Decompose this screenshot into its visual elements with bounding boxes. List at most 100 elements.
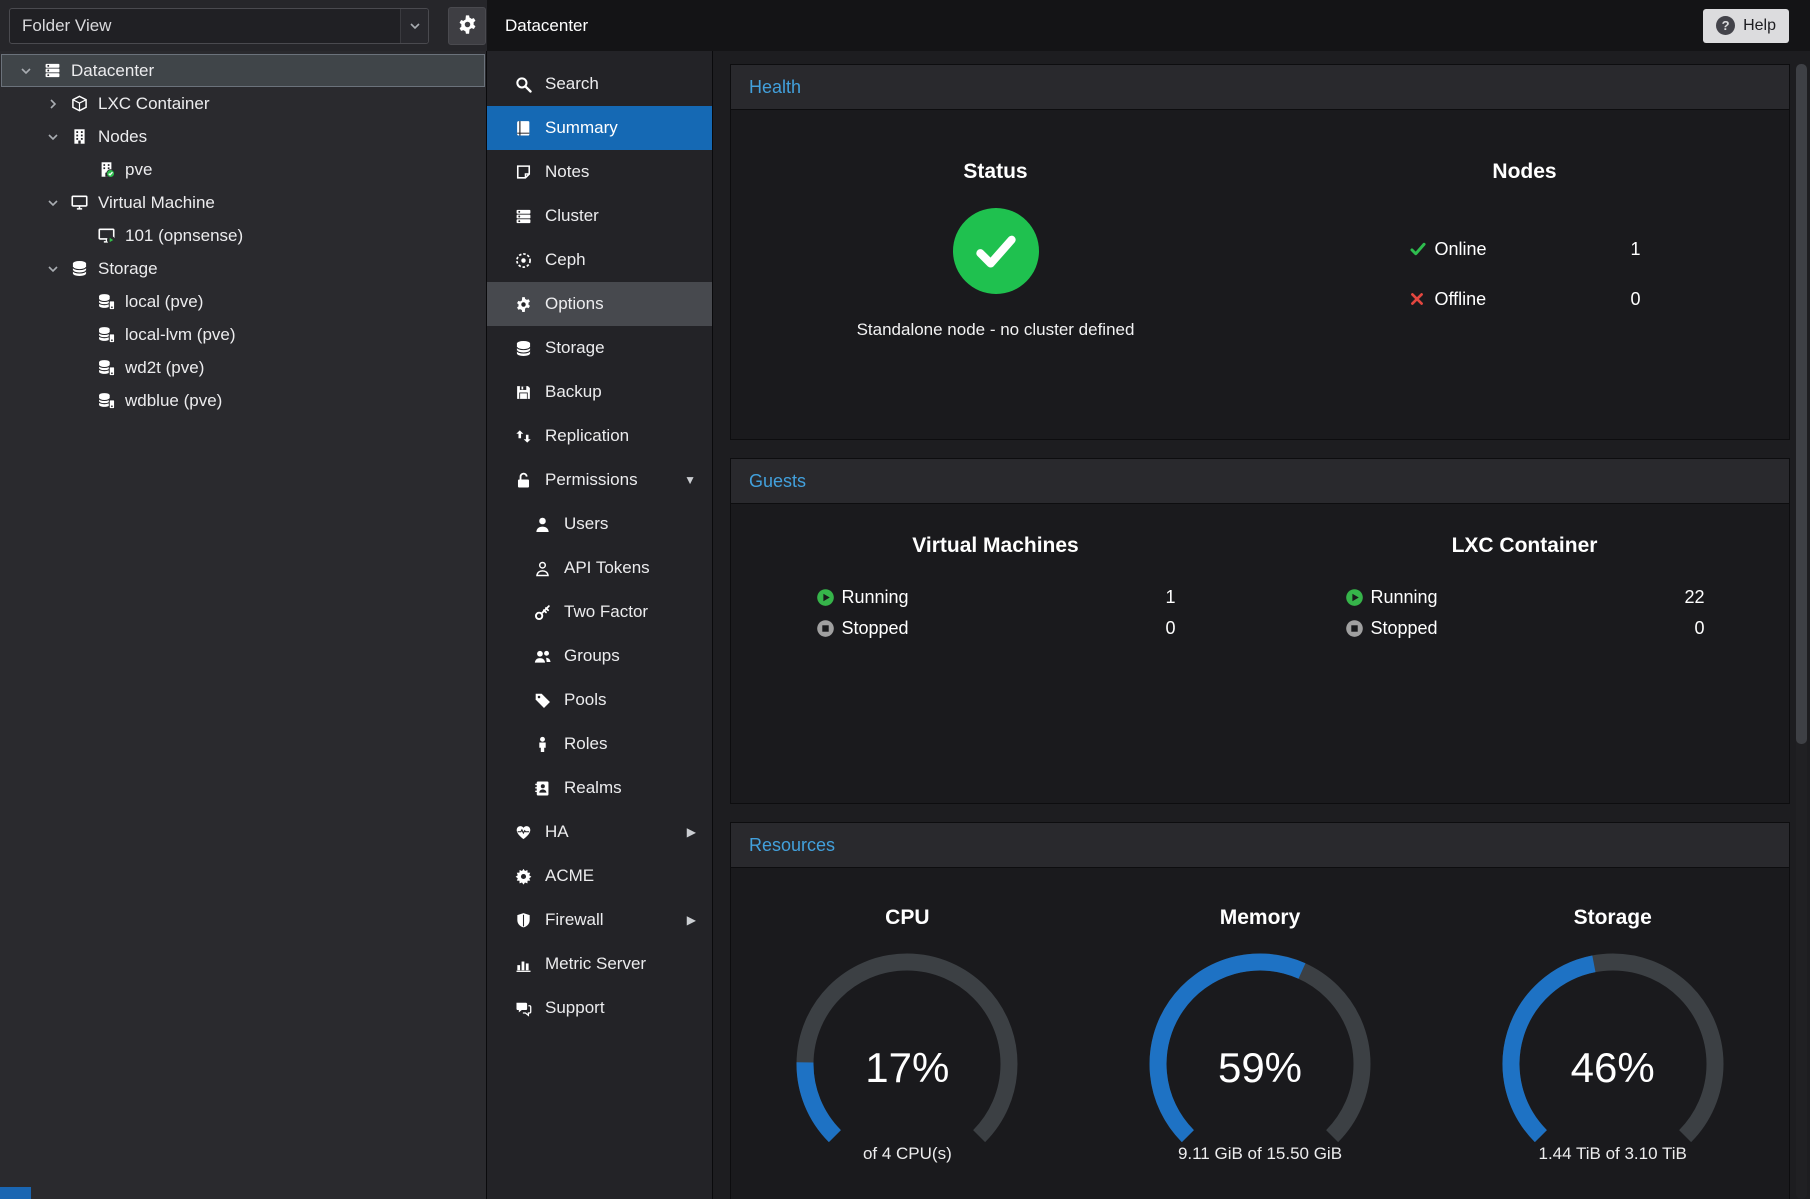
gauge-arc: 17% xyxy=(782,942,1032,1142)
check-icon xyxy=(1409,240,1435,258)
gauge-arc: 59% xyxy=(1135,942,1385,1142)
chevron-down-icon[interactable] xyxy=(47,263,70,275)
database-drive-icon xyxy=(97,292,116,311)
menu-item-roles[interactable]: Roles xyxy=(487,722,712,766)
tree-item-wd2t-pve[interactable]: wd2t (pve) xyxy=(1,351,485,384)
menu-item-notes[interactable]: Notes xyxy=(487,150,712,194)
tree-item-label: Storage xyxy=(98,259,158,279)
tree-item-datacenter[interactable]: Datacenter xyxy=(1,54,485,87)
user-icon xyxy=(532,515,552,534)
menu-item-label: Roles xyxy=(564,734,607,754)
ceph-icon xyxy=(513,251,533,270)
chevron-down-icon[interactable] xyxy=(47,131,70,143)
menu-item-label: Realms xyxy=(564,778,622,798)
gear-icon xyxy=(513,295,533,314)
stop-icon xyxy=(816,619,842,638)
menu-item-users[interactable]: Users xyxy=(487,502,712,546)
stat-value: 1 xyxy=(1630,239,1640,260)
view-mode-value: Folder View xyxy=(22,16,111,36)
health-panel-header: Health xyxy=(730,64,1790,110)
menu-item-label: ACME xyxy=(545,866,594,886)
play-icon xyxy=(816,588,842,607)
menu-item-label: Ceph xyxy=(545,250,586,270)
chevron-down-icon[interactable] xyxy=(400,9,428,43)
menu-item-realms[interactable]: Realms xyxy=(487,766,712,810)
shield-icon xyxy=(513,911,533,930)
menu-item-cluster[interactable]: Cluster xyxy=(487,194,712,238)
building-check-icon xyxy=(97,160,116,179)
menu-item-label: Two Factor xyxy=(564,602,648,622)
stat-label: Stopped xyxy=(1371,618,1438,639)
menu-item-two-factor[interactable]: Two Factor xyxy=(487,590,712,634)
tree-item-local-pve[interactable]: local (pve) xyxy=(1,285,485,318)
gauge-caption: 9.11 GiB of 15.50 GiB xyxy=(1084,1144,1437,1164)
replication-icon xyxy=(513,427,533,446)
server-icon xyxy=(513,207,533,226)
chevron-down-icon[interactable] xyxy=(47,197,70,209)
server-icon xyxy=(43,61,62,80)
menu-item-options[interactable]: Options xyxy=(487,282,712,326)
users-icon xyxy=(532,647,552,666)
database-icon xyxy=(513,339,533,358)
menu-item-summary[interactable]: Summary xyxy=(487,106,712,150)
gauge-arc: 46% xyxy=(1488,942,1738,1142)
chevron-right-icon[interactable] xyxy=(47,98,70,110)
chevron-down-icon[interactable] xyxy=(20,65,43,77)
menu-item-groups[interactable]: Groups xyxy=(487,634,712,678)
status-ok-icon xyxy=(953,208,1039,294)
scrollbar-thumb[interactable] xyxy=(1796,64,1807,744)
tree-toolbar: Folder View xyxy=(0,0,487,51)
tree-item-local-lvm-pve[interactable]: local-lvm (pve) xyxy=(1,318,485,351)
stat-row-running: Running1 xyxy=(816,582,1176,613)
view-mode-select[interactable]: Folder View xyxy=(9,8,429,44)
tree-item-nodes[interactable]: Nodes xyxy=(1,120,485,153)
vertical-scrollbar[interactable] xyxy=(1796,64,1807,1199)
menu-item-label: Firewall xyxy=(545,910,604,930)
search-icon xyxy=(513,75,533,94)
stat-value: 0 xyxy=(1165,618,1175,639)
menu-item-replication[interactable]: Replication xyxy=(487,414,712,458)
gauge-cpu: CPU17%of 4 CPU(s) xyxy=(731,868,1084,1199)
help-label: Help xyxy=(1743,17,1776,35)
heart-icon xyxy=(513,823,533,842)
menu-item-permissions[interactable]: Permissions▼ xyxy=(487,458,712,502)
menu-item-pools[interactable]: Pools xyxy=(487,678,712,722)
tree-item-pve[interactable]: pve xyxy=(1,153,485,186)
menu-item-label: Cluster xyxy=(545,206,599,226)
menu-item-search[interactable]: Search xyxy=(487,62,712,106)
tree-item-virtual-machine[interactable]: Virtual Machine xyxy=(1,186,485,219)
gauge-memory: Memory59%9.11 GiB of 15.50 GiB xyxy=(1084,868,1437,1199)
tree-item-lxc-container[interactable]: LXC Container xyxy=(1,87,485,120)
monitor-play-icon xyxy=(97,226,116,245)
tree-item-101-opnsense[interactable]: 101 (opnsense) xyxy=(1,219,485,252)
tree-item-wdblue-pve[interactable]: wdblue (pve) xyxy=(1,384,485,417)
nodes-heading: Nodes xyxy=(1260,160,1789,184)
tree-settings-button[interactable] xyxy=(448,7,486,45)
help-button[interactable]: ? Help xyxy=(1703,9,1789,43)
lxc-heading: LXC Container xyxy=(1260,534,1789,558)
comments-icon xyxy=(513,999,533,1018)
cube-icon xyxy=(70,94,89,113)
menu-item-acme[interactable]: ACME xyxy=(487,854,712,898)
menu-item-backup[interactable]: Backup xyxy=(487,370,712,414)
sidebar-bottom-accent xyxy=(0,1187,31,1199)
menu-item-firewall[interactable]: Firewall▶ xyxy=(487,898,712,942)
menu-item-ha[interactable]: HA▶ xyxy=(487,810,712,854)
status-heading: Status xyxy=(731,160,1260,184)
gauge-percent: 46% xyxy=(1488,1044,1738,1092)
book-icon xyxy=(513,119,533,138)
menu-item-support[interactable]: Support xyxy=(487,986,712,1030)
tree-item-storage[interactable]: Storage xyxy=(1,252,485,285)
resources-panel-title: Resources xyxy=(749,835,835,856)
menu-item-metric-server[interactable]: Metric Server xyxy=(487,942,712,986)
database-drive-icon xyxy=(97,358,116,377)
play-icon xyxy=(1345,588,1371,607)
menu-item-api-tokens[interactable]: API Tokens xyxy=(487,546,712,590)
chevron-down-icon: ▼ xyxy=(684,473,700,487)
status-column: Status Standalone node - no cluster defi… xyxy=(731,110,1260,439)
tree-item-label: 101 (opnsense) xyxy=(125,226,243,246)
gauge-storage: Storage46%1.44 TiB of 3.10 TiB xyxy=(1436,868,1789,1199)
note-icon xyxy=(513,163,533,182)
menu-item-ceph[interactable]: Ceph xyxy=(487,238,712,282)
menu-item-storage[interactable]: Storage xyxy=(487,326,712,370)
